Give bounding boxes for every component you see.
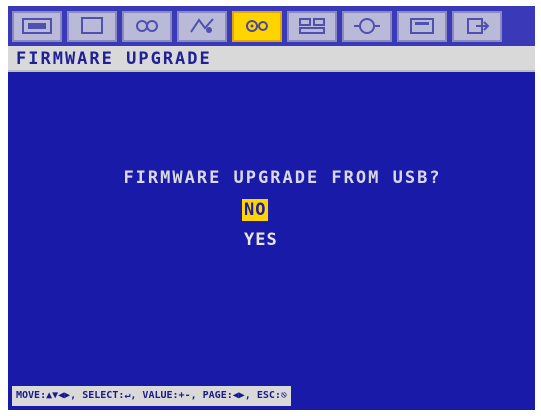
menu-toolbar xyxy=(8,6,535,46)
alarm-icon[interactable] xyxy=(177,10,227,42)
event-icon[interactable] xyxy=(342,10,392,42)
network-icon[interactable] xyxy=(287,10,337,42)
help-bar: MOVE:▲▼◀▶, SELECT:↵, VALUE:+-, PAGE:◀▶, … xyxy=(8,382,535,410)
option-no[interactable]: NO xyxy=(242,199,269,221)
dialog-panel: FIRMWARE UPGRADE FROM USB? NO YES xyxy=(8,72,535,382)
option-yes[interactable]: YES xyxy=(242,229,280,251)
confirm-question: FIRMWARE UPGRADE FROM USB? xyxy=(123,168,442,188)
record-icon[interactable] xyxy=(12,10,62,42)
help-text: MOVE:▲▼◀▶, SELECT:↵, VALUE:+-, PAGE:◀▶, … xyxy=(12,386,291,406)
dvr-screen: FIRMWARE UPGRADE FIRMWARE UPGRADE FROM U… xyxy=(0,0,541,416)
page-title: FIRMWARE UPGRADE xyxy=(8,46,535,72)
exit-icon[interactable] xyxy=(452,10,502,42)
storage-icon[interactable] xyxy=(397,10,447,42)
display-icon[interactable] xyxy=(67,10,117,42)
system-settings-icon[interactable] xyxy=(232,10,282,42)
camera-icon[interactable] xyxy=(122,10,172,42)
